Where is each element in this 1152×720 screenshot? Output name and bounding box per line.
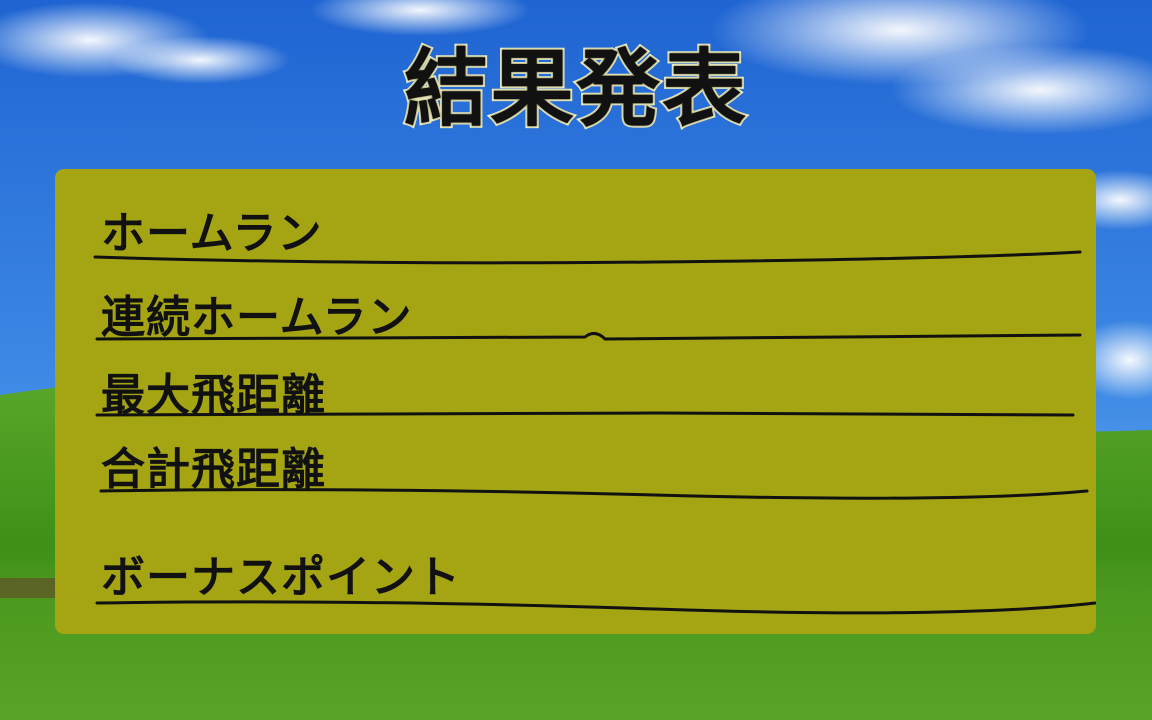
row-label-bonus-points: ボーナスポイント: [101, 552, 461, 603]
results-panel: ホームラン 連続ホームラン 最大飛距離 合計飛距離 ボーナスポイント: [55, 169, 1096, 634]
row-label-homerun: ホームラン: [101, 208, 323, 259]
row-label-consecutive-homerun: 連続ホームラン: [101, 292, 413, 343]
row-label-max-distance: 最大飛距離: [101, 370, 326, 421]
row-label-total-distance: 合計飛距離: [101, 444, 326, 495]
results-title: 結果発表: [402, 38, 748, 140]
